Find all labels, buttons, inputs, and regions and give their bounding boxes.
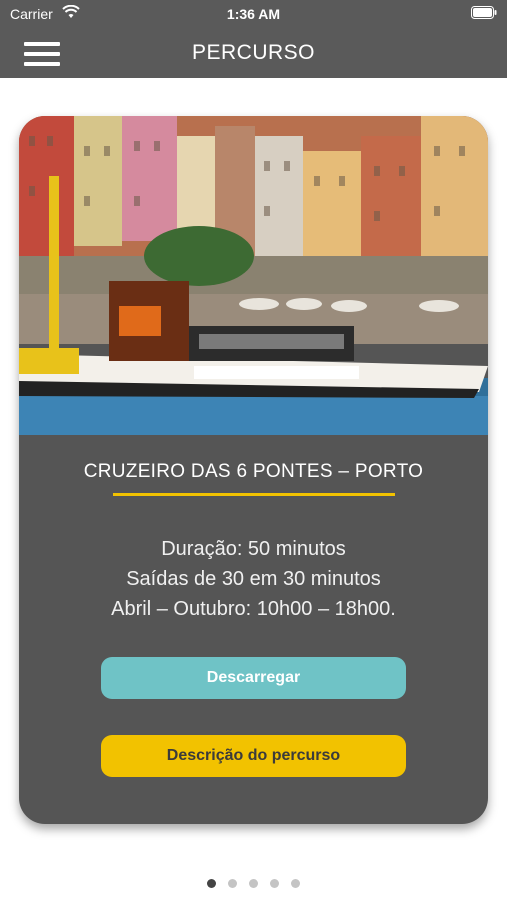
page-indicator[interactable] — [0, 879, 507, 888]
schedule-text: Abril – Outubro: 10h00 – 18h00. — [111, 598, 396, 620]
departures-text: Saídas de 30 em 30 minutos — [126, 568, 381, 590]
title-underline — [113, 493, 395, 496]
download-button[interactable]: Descarregar — [101, 657, 406, 699]
nav-bar: PERCURSO — [0, 28, 507, 78]
page-dot-2[interactable] — [228, 879, 237, 888]
route-info: Duração: 50 minutos Saídas de 30 em 30 m… — [19, 534, 488, 624]
porto-cruz-boat-photo — [19, 116, 488, 435]
page-dot-3[interactable] — [249, 879, 258, 888]
route-card: CRUZEIRO DAS 6 PONTES – PORTO Duração: 5… — [19, 116, 488, 824]
page-dot-1[interactable] — [207, 879, 216, 888]
page-dot-5[interactable] — [291, 879, 300, 888]
status-time: 1:36 AM — [226, 6, 281, 22]
route-description-button[interactable]: Descrição do percurso — [101, 735, 406, 777]
page-dot-4[interactable] — [270, 879, 279, 888]
route-title: CRUZEIRO DAS 6 PONTES – PORTO — [83, 461, 424, 482]
duration-text: Duração: 50 minutos — [161, 538, 346, 560]
battery-icon — [471, 6, 497, 19]
page-title: PERCURSO — [191, 41, 316, 64]
status-bar: Carrier 1:36 AM — [0, 0, 507, 28]
